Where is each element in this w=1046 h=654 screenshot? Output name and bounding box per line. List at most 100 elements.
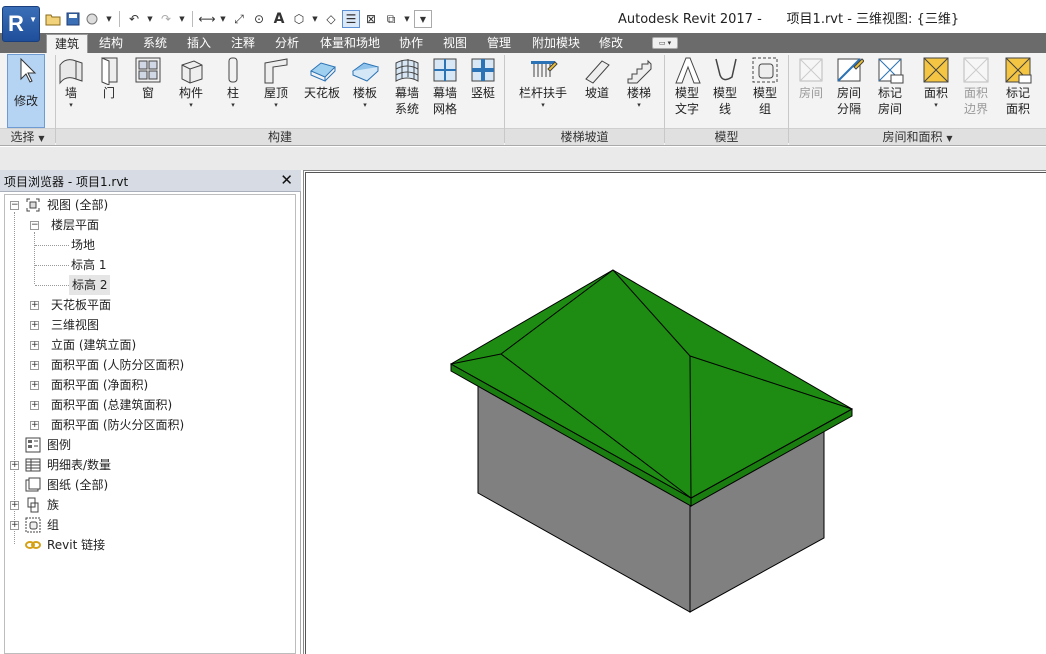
expand-icon[interactable]: + bbox=[30, 321, 39, 330]
tab-addins[interactable]: 附加模块 bbox=[525, 34, 587, 53]
tab-modify[interactable]: 修改 bbox=[592, 34, 630, 53]
expand-icon[interactable]: + bbox=[30, 361, 39, 370]
separator bbox=[119, 11, 120, 27]
tab-manage[interactable]: 管理 bbox=[480, 34, 518, 53]
room-button[interactable]: 房间 bbox=[792, 55, 830, 127]
collapse-icon[interactable]: − bbox=[10, 201, 19, 210]
tree-node-3d-views[interactable]: 三维视图 bbox=[51, 315, 99, 335]
mullion-button[interactable]: 竖梃 bbox=[464, 55, 502, 127]
project-browser-title: 项目浏览器 - 项目1.rvt bbox=[4, 175, 129, 189]
expand-icon[interactable]: + bbox=[10, 521, 19, 530]
aligned-dimension-icon[interactable]: ⤢ bbox=[230, 10, 248, 28]
tab-insert[interactable]: 插入 bbox=[180, 34, 218, 53]
tree-node-elevations[interactable]: 立面 (建筑立面) bbox=[51, 335, 136, 355]
model-text-button[interactable]: 模型 文字 bbox=[668, 55, 706, 127]
chevron-down-icon[interactable]: ▼ bbox=[104, 10, 114, 28]
tree-node-sheets[interactable]: 图纸 (全部) bbox=[47, 475, 108, 495]
collapse-icon[interactable]: − bbox=[30, 221, 39, 230]
schedule-icon bbox=[25, 458, 41, 472]
tree-node-floor-plans[interactable]: 楼层平面 bbox=[51, 215, 99, 235]
3d-view-canvas[interactable] bbox=[303, 170, 1046, 654]
expand-icon[interactable]: + bbox=[30, 381, 39, 390]
switch-windows-icon[interactable]: ⧉ bbox=[382, 10, 400, 28]
railing-button[interactable]: 栏杆扶手 ▾ bbox=[514, 55, 572, 127]
tab-structure[interactable]: 结构 bbox=[92, 34, 130, 53]
default-3d-view-icon[interactable]: ⬡ bbox=[290, 10, 308, 28]
tag-icon[interactable]: ⊙ bbox=[250, 10, 268, 28]
area-button[interactable]: 面积 ▾ bbox=[916, 55, 956, 127]
tree-node-area-plan-fire[interactable]: 面积平面 (防火分区面积) bbox=[51, 415, 184, 435]
measure-icon[interactable]: ⟷ bbox=[198, 10, 216, 28]
model-line-button[interactable]: 模型 线 bbox=[706, 55, 744, 127]
tree-node-views[interactable]: 视图 (全部) bbox=[47, 195, 108, 215]
chevron-down-icon[interactable]: ▼ bbox=[177, 10, 187, 28]
ramp-button[interactable]: 坡道 bbox=[578, 55, 616, 127]
save-icon[interactable] bbox=[64, 10, 82, 28]
chevron-down-icon[interactable]: ▼ bbox=[310, 10, 320, 28]
expand-icon[interactable]: + bbox=[30, 421, 39, 430]
expand-icon[interactable]: + bbox=[30, 401, 39, 410]
curtain-grid-button[interactable]: 幕墙 网格 bbox=[426, 55, 464, 127]
column-button[interactable]: 柱 ▾ bbox=[216, 55, 250, 127]
section-icon[interactable]: ◇ bbox=[322, 10, 340, 28]
room-separator-button[interactable]: 房间 分隔 bbox=[830, 55, 868, 127]
expand-icon[interactable]: + bbox=[10, 461, 19, 470]
component-button[interactable]: 构件 ▾ bbox=[171, 55, 211, 127]
tree-node-level-2[interactable]: 标高 2 bbox=[69, 275, 111, 295]
floor-button[interactable]: 楼板 ▾ bbox=[348, 55, 382, 127]
tree-guide bbox=[35, 285, 69, 286]
roof-button[interactable]: 屋顶 ▾ bbox=[256, 55, 296, 127]
customize-toolbar-icon[interactable]: ▼ bbox=[414, 10, 432, 28]
expand-icon[interactable]: + bbox=[30, 301, 39, 310]
text-icon[interactable]: A bbox=[270, 10, 288, 28]
redo-icon[interactable]: ↷ bbox=[157, 10, 175, 28]
tree-node-level-1[interactable]: 标高 1 bbox=[71, 255, 106, 275]
door-button[interactable]: 门 bbox=[92, 55, 126, 127]
expand-icon[interactable]: + bbox=[10, 501, 19, 510]
close-icon[interactable]: ✕ bbox=[280, 171, 293, 189]
tag-room-button[interactable]: 标记 房间 bbox=[870, 55, 910, 127]
area-boundary-button[interactable]: 面积 边界 bbox=[956, 55, 996, 127]
tab-collaborate[interactable]: 协作 bbox=[392, 34, 430, 53]
wall-button[interactable]: 墙 ▾ bbox=[52, 55, 90, 127]
close-hidden-windows-icon[interactable]: ⊠ bbox=[362, 10, 380, 28]
stair-button[interactable]: 楼梯 ▾ bbox=[620, 55, 658, 127]
select-panel-title[interactable]: 选择 ▼ bbox=[0, 128, 55, 145]
curtain-system-button[interactable]: 幕墙 系统 bbox=[388, 55, 426, 127]
tab-systems[interactable]: 系统 bbox=[136, 34, 174, 53]
window-button[interactable]: 窗 bbox=[130, 55, 166, 127]
tree-node-area-plan-net[interactable]: 面积平面 (净面积) bbox=[51, 375, 148, 395]
tree-node-ceiling-plans[interactable]: 天花板平面 bbox=[51, 295, 111, 315]
tag-area-button[interactable]: 标记 面积 bbox=[998, 55, 1038, 127]
open-icon[interactable] bbox=[44, 10, 62, 28]
undo-icon[interactable]: ↶ bbox=[125, 10, 143, 28]
tree-node-groups[interactable]: 组 bbox=[47, 515, 59, 535]
tree-node-area-plan-gross[interactable]: 面积平面 (总建筑面积) bbox=[51, 395, 172, 415]
tab-annotate[interactable]: 注释 bbox=[224, 34, 262, 53]
tab-view[interactable]: 视图 bbox=[436, 34, 474, 53]
ceiling-button[interactable]: 天花板 bbox=[300, 55, 344, 127]
room-area-panel-title[interactable]: 房间和面积 ▼ bbox=[789, 128, 1046, 145]
application-menu-button[interactable]: R ▼ bbox=[2, 6, 40, 42]
revit-logo-icon: R bbox=[8, 11, 24, 36]
sync-icon[interactable] bbox=[84, 10, 102, 28]
chevron-down-icon[interactable]: ▼ bbox=[402, 10, 412, 28]
tree-node-area-plan-civil-defense[interactable]: 面积平面 (人防分区面积) bbox=[51, 355, 184, 375]
tree-node-revit-links[interactable]: Revit 链接 bbox=[47, 535, 105, 555]
tab-architecture[interactable]: 建筑 bbox=[46, 34, 88, 53]
model-text-label-1: 模型 bbox=[674, 86, 699, 100]
model-group-button[interactable]: 模型 组 bbox=[746, 55, 784, 127]
chevron-down-icon[interactable]: ▼ bbox=[218, 10, 228, 28]
modify-button[interactable]: 修改 bbox=[7, 54, 45, 128]
chevron-down-icon[interactable]: ▼ bbox=[145, 10, 155, 28]
tree-node-site[interactable]: 场地 bbox=[71, 235, 95, 255]
tree-node-schedules[interactable]: 明细表/数量 bbox=[47, 455, 111, 475]
tab-massing-site[interactable]: 体量和场地 bbox=[314, 34, 386, 53]
tree-node-legends[interactable]: 图例 bbox=[47, 435, 71, 455]
expand-icon[interactable]: + bbox=[30, 341, 39, 350]
wall-icon bbox=[59, 59, 83, 85]
tab-analyze[interactable]: 分析 bbox=[268, 34, 306, 53]
tree-node-families[interactable]: 族 bbox=[47, 495, 59, 515]
thin-lines-icon[interactable]: ☰ bbox=[342, 10, 360, 28]
ribbon-minimize-toggle[interactable]: ▭ ▾ bbox=[652, 37, 678, 49]
